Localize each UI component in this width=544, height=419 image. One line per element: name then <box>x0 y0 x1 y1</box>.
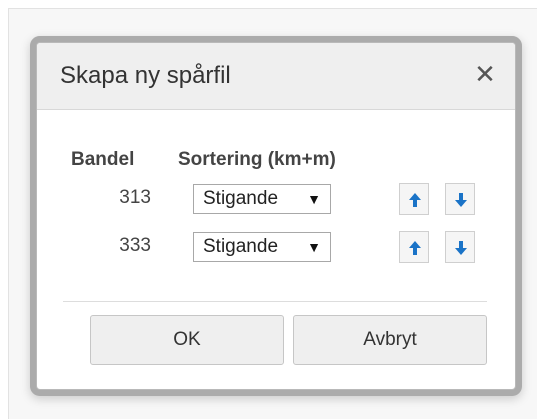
arrow-up-icon <box>409 241 421 255</box>
sort-order-value: Stigande <box>203 188 279 209</box>
dropdown-arrow-icon: ▼ <box>307 191 321 207</box>
sort-order-select[interactable]: Stigande ▼ <box>193 232 331 262</box>
cancel-button[interactable]: Avbryt <box>293 315 487 365</box>
column-header-bandel: Bandel <box>71 149 135 170</box>
column-header-sortering: Sortering (km+m) <box>178 149 336 170</box>
ok-button[interactable]: OK <box>90 315 284 365</box>
create-track-file-dialog: Skapa ny spårfil ✕ Bandel Sortering (km+… <box>36 42 516 390</box>
sort-order-value: Stigande <box>203 236 279 257</box>
dialog-header: Skapa ny spårfil ✕ <box>37 43 515 110</box>
divider <box>63 301 487 302</box>
move-up-button[interactable] <box>399 231 429 263</box>
bandel-value: 313 <box>119 187 151 208</box>
move-up-button[interactable] <box>399 183 429 215</box>
move-down-button[interactable] <box>445 231 475 263</box>
move-down-button[interactable] <box>445 183 475 215</box>
dialog-title: Skapa ny spårfil <box>60 62 231 89</box>
close-icon[interactable]: ✕ <box>471 59 499 89</box>
arrow-up-icon <box>409 193 421 207</box>
dropdown-arrow-icon: ▼ <box>307 239 321 255</box>
sort-order-select[interactable]: Stigande ▼ <box>193 184 331 214</box>
arrow-down-icon <box>455 241 467 255</box>
arrow-down-icon <box>455 193 467 207</box>
bandel-value: 333 <box>119 235 151 256</box>
